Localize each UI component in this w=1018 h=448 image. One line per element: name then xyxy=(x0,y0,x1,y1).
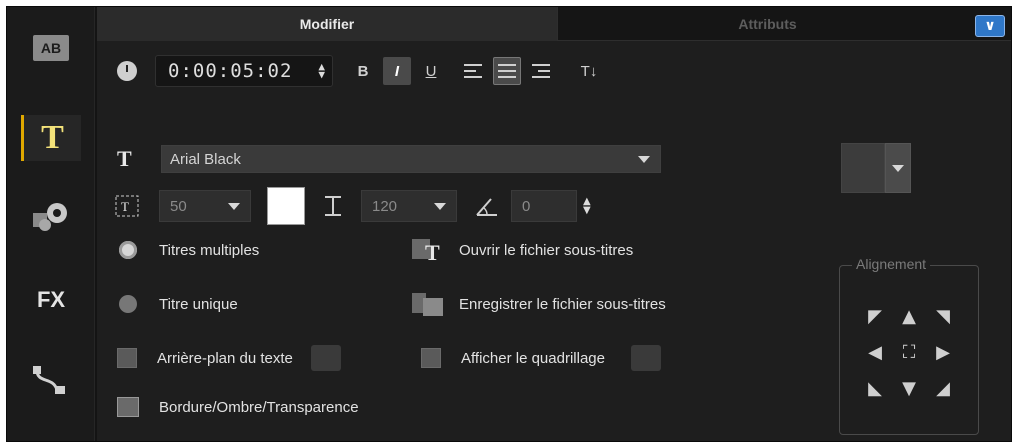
alignment-legend: Alignement xyxy=(852,256,931,272)
align-center-icon[interactable]: ⛶ xyxy=(892,334,926,370)
line-spacing-select[interactable]: 120 xyxy=(361,190,457,222)
stepper-down-icon[interactable]: ▼ xyxy=(318,69,326,80)
grid-settings-icon[interactable] xyxy=(630,345,661,371)
rotation-angle-icon xyxy=(476,198,497,216)
open-subtitles-icon: T xyxy=(411,235,445,265)
rotation-stepper[interactable]: ▲ ▼ xyxy=(583,197,591,216)
show-grid-row: Afficher le quadrillage xyxy=(421,345,661,371)
align-left-button[interactable] xyxy=(459,57,487,85)
save-subtitles-row[interactable]: Enregistrer le fichier sous-titres xyxy=(411,289,666,319)
rotation-value: 0 xyxy=(522,197,531,215)
gears-icon xyxy=(33,203,67,231)
title-mode-multi-row: Titres multiples xyxy=(119,241,259,259)
text-background-row: Arrière-plan du texte xyxy=(117,345,341,371)
rail-path-button[interactable] xyxy=(21,357,81,403)
border-shadow-icon xyxy=(117,397,139,417)
line-spacing-icon xyxy=(325,196,341,216)
multi-titles-label: Titres multiples xyxy=(159,241,260,259)
font-family-select[interactable]: Arial Black xyxy=(161,145,661,173)
chevron-down-icon xyxy=(228,203,240,210)
align-bottom-right-icon[interactable]: ◢ xyxy=(926,370,960,406)
fx-icon: FX xyxy=(36,287,66,312)
ab-icon: AB xyxy=(33,35,69,61)
align-center-icon xyxy=(498,64,516,78)
save-subtitles-icon xyxy=(411,289,445,319)
align-right-icon xyxy=(532,64,550,78)
rotation-input[interactable]: 0 xyxy=(511,190,577,222)
tab-modifier[interactable]: Modifier xyxy=(97,7,557,41)
rail-motion-button[interactable] xyxy=(21,193,81,239)
font-row: T Arial Black xyxy=(117,145,661,173)
svg-text:T: T xyxy=(121,199,129,214)
tool-rail: AB T FX xyxy=(7,7,95,441)
timecode-stepper[interactable]: ▲ ▼ xyxy=(318,61,326,80)
bold-button[interactable]: B xyxy=(349,57,377,85)
chevron-down-icon[interactable] xyxy=(885,143,911,193)
border-shadow-row[interactable]: Bordure/Ombre/Transparence xyxy=(117,397,359,417)
text-background-checkbox[interactable] xyxy=(117,348,137,368)
align-top-center-icon[interactable]: ▲ xyxy=(892,298,926,334)
italic-button[interactable]: I xyxy=(383,57,411,85)
font-size-value: 50 xyxy=(170,197,187,215)
format-toolbar: 0:00:05:02 ▲ ▼ B I U T↓ xyxy=(117,55,603,87)
background-color-swatch[interactable] xyxy=(841,143,886,193)
title-mode-single-row: Titre unique xyxy=(119,295,238,313)
underline-button[interactable]: U xyxy=(417,57,445,85)
font-size-icon: T xyxy=(115,195,139,217)
show-grid-label: Afficher le quadrillage xyxy=(461,349,605,367)
rail-fx-button[interactable]: FX xyxy=(21,277,81,323)
text-direction-button[interactable]: T↓ xyxy=(575,57,603,85)
text-color-swatch[interactable] xyxy=(267,187,305,225)
title-editor-panel: AB T FX Modifier Attributs ∨ 0:00:05:02 … xyxy=(6,6,1012,442)
rail-ab-button[interactable]: AB xyxy=(21,25,81,71)
font-family-value: Arial Black xyxy=(170,150,241,168)
align-bottom-left-icon[interactable]: ◣ xyxy=(858,370,892,406)
tab-bar-filler: ∨ xyxy=(975,7,1011,41)
chevron-down-icon xyxy=(434,203,446,210)
align-center-button[interactable] xyxy=(493,57,521,85)
tab-bar: Modifier Attributs ∨ xyxy=(97,7,1011,41)
open-subtitles-label: Ouvrir le fichier sous-titres xyxy=(459,241,634,259)
chevron-down-icon: ∨ xyxy=(984,18,996,34)
chevron-down-icon xyxy=(638,156,650,163)
align-top-right-icon[interactable]: ◥ xyxy=(926,298,960,334)
background-color-picker[interactable] xyxy=(841,143,911,193)
alignment-grid: ◤ ▲ ◥ ◀ ⛶ ▶ ◣ ▼ ◢ xyxy=(858,298,960,406)
open-subtitles-row[interactable]: T Ouvrir le fichier sous-titres xyxy=(411,235,633,265)
size-row: T 50 120 0 ▲ ▼ xyxy=(115,187,591,225)
font-icon: T xyxy=(117,146,132,171)
svg-text:T: T xyxy=(425,240,440,264)
align-left-icon xyxy=(464,64,482,78)
timecode-value: 0:00:05:02 xyxy=(168,60,293,82)
align-middle-right-icon[interactable]: ▶ xyxy=(926,334,960,370)
show-grid-checkbox[interactable] xyxy=(421,348,441,368)
border-shadow-label: Bordure/Ombre/Transparence xyxy=(159,398,359,416)
duration-timecode-field[interactable]: 0:00:05:02 ▲ ▼ xyxy=(155,55,333,87)
clock-icon xyxy=(117,61,137,81)
text-tool-icon: T xyxy=(41,119,64,156)
multi-titles-radio[interactable] xyxy=(119,241,137,259)
save-subtitles-label: Enregistrer le fichier sous-titres xyxy=(459,295,666,313)
rail-text-button[interactable]: T xyxy=(21,115,81,161)
alignment-group: Alignement ◤ ▲ ◥ ◀ ⛶ ▶ ◣ ▼ ◢ xyxy=(839,256,979,435)
stepper-down-icon[interactable]: ▼ xyxy=(583,206,591,216)
align-bottom-center-icon[interactable]: ▼ xyxy=(892,370,926,406)
single-title-radio[interactable] xyxy=(119,295,137,313)
modifier-content: 0:00:05:02 ▲ ▼ B I U T↓ T Arial Black T … xyxy=(97,41,1011,441)
tab-attributs[interactable]: Attributs xyxy=(557,7,977,41)
motion-path-icon xyxy=(33,366,65,394)
align-top-left-icon[interactable]: ◤ xyxy=(858,298,892,334)
align-right-button[interactable] xyxy=(527,57,555,85)
font-size-select[interactable]: 50 xyxy=(159,190,251,222)
collapse-panel-button[interactable]: ∨ xyxy=(975,15,1005,37)
editor-panel: Modifier Attributs ∨ 0:00:05:02 ▲ ▼ B I … xyxy=(97,7,1011,441)
text-background-label: Arrière-plan du texte xyxy=(157,349,293,367)
align-middle-left-icon[interactable]: ◀ xyxy=(858,334,892,370)
single-title-label: Titre unique xyxy=(159,295,238,313)
background-settings-icon[interactable] xyxy=(310,345,341,371)
line-spacing-value: 120 xyxy=(372,197,398,215)
